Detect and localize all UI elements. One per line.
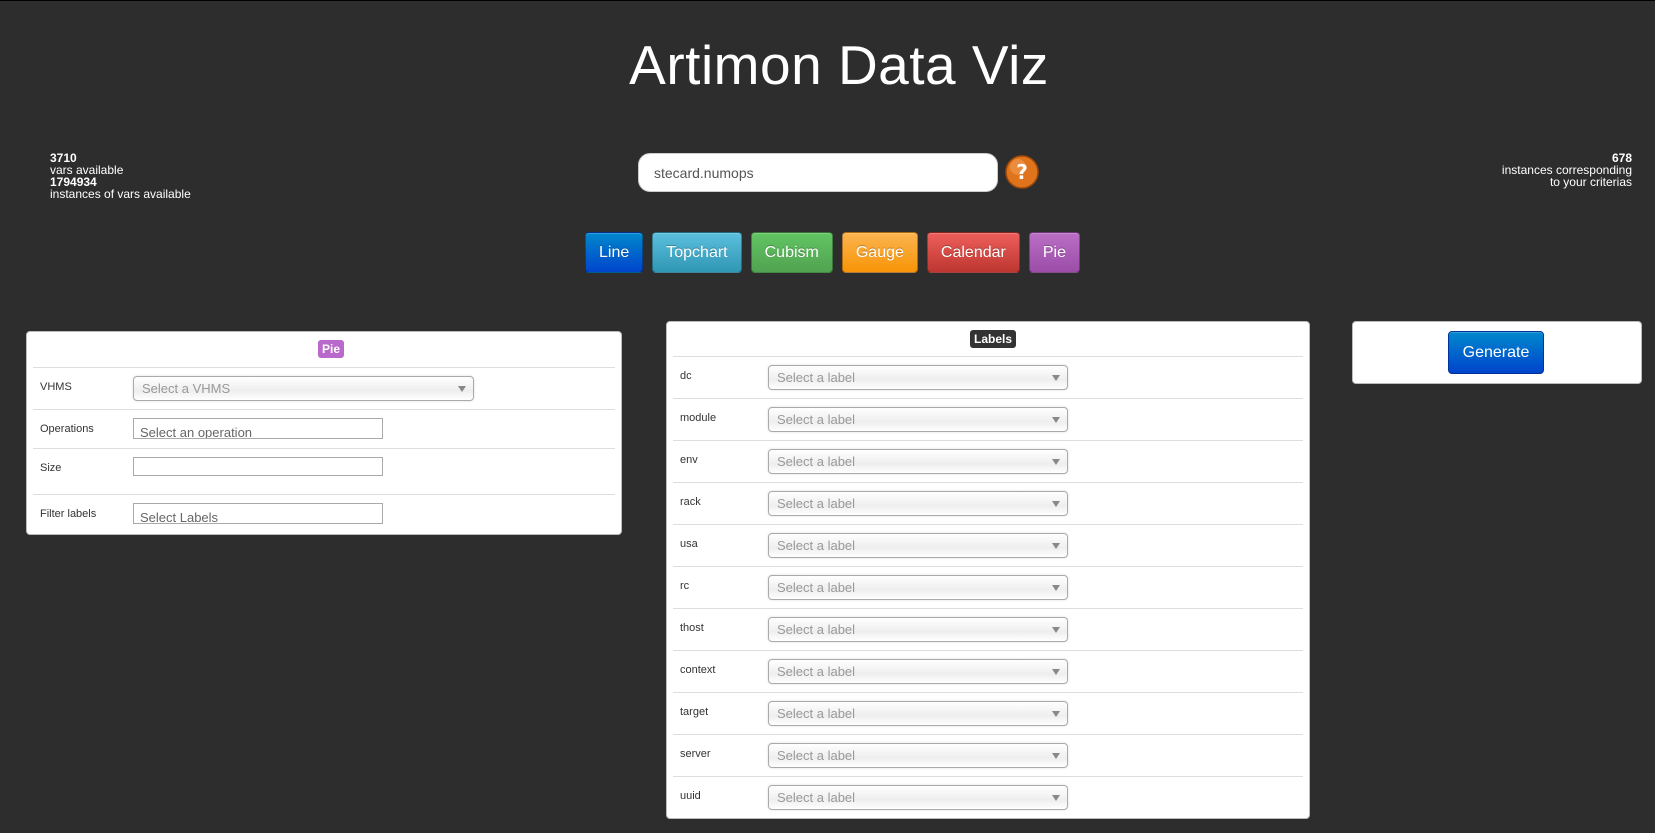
vhms-row: VHMS Select a VHMS <box>33 368 615 410</box>
vhms-select[interactable]: Select a VHMS <box>133 376 474 401</box>
calendar-button[interactable]: Calendar <box>926 232 1020 273</box>
svg-text:?: ? <box>1016 160 1028 184</box>
label-rows: dc Select a label module Select a label env S… <box>667 357 1309 819</box>
instances-label: instances of vars available <box>50 187 191 201</box>
cubism-button[interactable]: Cubism <box>750 232 833 273</box>
label-select-placeholder: Select a label <box>777 748 856 763</box>
label-row-server: server Select a label <box>673 735 1303 777</box>
label-select-placeholder: Select a label <box>777 370 856 385</box>
chevron-down-icon <box>1052 417 1060 423</box>
operations-label: Operations <box>40 423 94 435</box>
label-select-usa[interactable]: Select a label <box>768 533 1068 558</box>
label-row-target: target Select a label <box>673 693 1303 735</box>
label-name: dc <box>680 370 692 382</box>
vhms-placeholder: Select a VHMS <box>142 381 231 396</box>
label-row-usa: usa Select a label <box>673 525 1303 567</box>
label-select-rc[interactable]: Select a label <box>768 575 1068 600</box>
vhms-label: VHMS <box>40 381 72 393</box>
label-row-thost: thost Select a label <box>673 609 1303 651</box>
filter-labels-row: Filter labels Select Labels <box>33 495 615 533</box>
chevron-down-icon <box>1052 669 1060 675</box>
generate-button[interactable]: Generate <box>1448 331 1544 374</box>
pie-options-panel: Pie VHMS Select a VHMS Operations Select… <box>26 331 622 535</box>
page-title: Artimon Data Viz <box>629 34 1049 96</box>
filter-labels-label: Filter labels <box>40 508 97 520</box>
label-select-server[interactable]: Select a label <box>768 743 1068 768</box>
label-row-uuid: uuid Select a label <box>673 777 1303 819</box>
matching-stats: 678 instances corresponding to your crit… <box>1502 152 1632 188</box>
chevron-down-icon <box>1052 711 1060 717</box>
label-row-context: context Select a label <box>673 651 1303 693</box>
matching-label-line2: to your criterias <box>1549 175 1632 189</box>
label-row-rack: rack Select a label <box>673 483 1303 525</box>
operations-row: Operations Select an operation <box>33 410 615 449</box>
label-select-placeholder: Select a label <box>777 538 856 553</box>
label-select-placeholder: Select a label <box>777 790 856 805</box>
generate-panel: Generate <box>1352 321 1642 384</box>
label-select-rack[interactable]: Select a label <box>768 491 1068 516</box>
chevron-down-icon <box>1052 459 1060 465</box>
label-name: context <box>680 664 716 676</box>
label-select-env[interactable]: Select a label <box>768 449 1068 474</box>
chevron-down-icon <box>1052 501 1060 507</box>
chevron-down-icon <box>1052 375 1060 381</box>
operations-input[interactable]: Select an operation <box>133 418 383 439</box>
label-name: usa <box>680 538 698 550</box>
vars-stats: 3710 vars available 1794934 instances of… <box>50 152 191 200</box>
size-label: Size <box>40 462 62 474</box>
pie-chart-button[interactable]: Pie <box>1028 232 1080 273</box>
label-select-thost[interactable]: Select a label <box>768 617 1068 642</box>
search-input[interactable] <box>638 153 998 192</box>
chevron-down-icon <box>1052 543 1060 549</box>
label-name: thost <box>680 622 704 634</box>
label-row-env: env Select a label <box>673 441 1303 483</box>
labels-badge: Labels <box>970 330 1017 348</box>
chart-type-buttons: Line Topchart Cubism Gauge Calendar Pie <box>585 232 1089 273</box>
size-input[interactable] <box>133 457 383 476</box>
chevron-down-icon <box>1052 585 1060 591</box>
label-select-uuid[interactable]: Select a label <box>768 785 1068 810</box>
label-name: module <box>680 412 717 424</box>
label-name: rack <box>680 496 701 508</box>
label-name: server <box>680 748 711 760</box>
search-bar: ? <box>638 153 1039 192</box>
line-chart-button[interactable]: Line <box>585 232 644 273</box>
label-select-dc[interactable]: Select a label <box>768 365 1068 390</box>
label-name: rc <box>680 580 690 592</box>
label-row-rc: rc Select a label <box>673 567 1303 609</box>
chevron-down-icon <box>1052 795 1060 801</box>
size-row: Size <box>33 449 615 495</box>
label-select-placeholder: Select a label <box>777 622 856 637</box>
label-select-target[interactable]: Select a label <box>768 701 1068 726</box>
help-icon[interactable]: ? <box>1003 153 1041 191</box>
topchart-button[interactable]: Topchart <box>652 232 742 273</box>
gauge-button[interactable]: Gauge <box>841 232 918 273</box>
chevron-down-icon <box>1052 627 1060 633</box>
label-select-placeholder: Select a label <box>777 706 856 721</box>
label-select-placeholder: Select a label <box>777 496 856 511</box>
chevron-down-icon <box>458 386 466 392</box>
chevron-down-icon <box>1052 753 1060 759</box>
label-row-dc: dc Select a label <box>673 357 1303 399</box>
label-select-placeholder: Select a label <box>777 580 856 595</box>
label-select-context[interactable]: Select a label <box>768 659 1068 684</box>
label-select-module[interactable]: Select a label <box>768 407 1068 432</box>
filter-labels-input[interactable]: Select Labels <box>133 503 383 524</box>
label-name: env <box>680 454 698 466</box>
label-row-module: module Select a label <box>673 399 1303 441</box>
label-name: target <box>680 706 709 718</box>
label-select-placeholder: Select a label <box>777 412 856 427</box>
pie-badge: Pie <box>318 340 345 358</box>
label-name: uuid <box>680 790 701 802</box>
labels-panel: Labels dc Select a label module Select a la… <box>666 321 1310 819</box>
label-select-placeholder: Select a label <box>777 454 856 469</box>
label-select-placeholder: Select a label <box>777 664 856 679</box>
